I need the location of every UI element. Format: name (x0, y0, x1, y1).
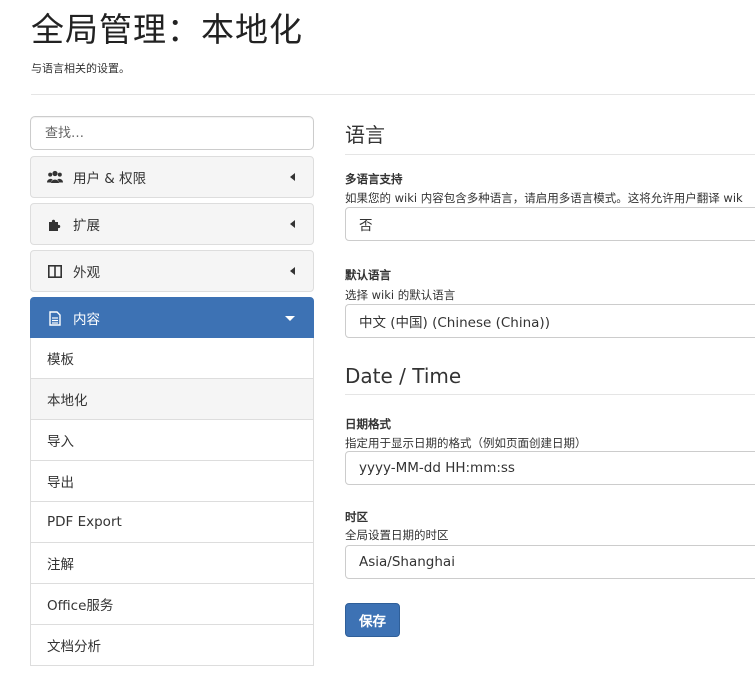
section-title-datetime: Date / Time (345, 364, 755, 395)
sidebar-panel-content[interactable]: 内容 (30, 297, 314, 339)
timezone-select-value: Asia/Shanghai (359, 554, 455, 570)
sidebar-panel-look-feel[interactable]: 外观 (30, 250, 314, 292)
page-subtitle: 与语言相关的设置。 (31, 62, 130, 75)
field-hint-timezone: 全局设置日期的时区 (345, 528, 449, 542)
field-label-default-language: 默认语言 (345, 268, 391, 282)
caret-left-icon (290, 267, 295, 275)
columns-icon (47, 263, 63, 279)
date-format-value: yyyy-MM-dd HH:mm:ss (359, 460, 515, 476)
content-submenu: 模板 本地化 导入 导出 PDF Export 注解 Office服务 文档分析 (30, 338, 314, 666)
section-title-language: 语言 (345, 119, 755, 155)
sidebar-item-annotations[interactable]: 注解 (31, 543, 313, 584)
field-label-multilingual: 多语言支持 (345, 172, 403, 186)
main-content: 语言 多语言支持 如果您的 wiki 内容包含多种语言，请启用多语言模式。这将允… (345, 116, 755, 678)
caret-left-icon (290, 220, 295, 228)
page-title: 全局管理：本地化 (31, 10, 303, 49)
field-hint-multilingual: 如果您的 wiki 内容包含多种语言，请启用多语言模式。这将允许用户翻译 wik (345, 191, 743, 205)
file-text-icon (47, 310, 63, 326)
multilingual-select[interactable]: 否 (345, 207, 755, 241)
page-header: 全局管理：本地化 与语言相关的设置。 (31, 8, 755, 76)
sidebar-item-office-server[interactable]: Office服务 (31, 584, 313, 625)
default-language-select[interactable]: 中文 (中国) (Chinese (China)) (345, 304, 755, 338)
timezone-select[interactable]: Asia/Shanghai (345, 545, 755, 579)
caret-left-icon (290, 173, 295, 181)
sidebar-item-templates[interactable]: 模板 (31, 338, 313, 379)
header-divider (31, 94, 755, 95)
sidebar-panel-label: 用户 & 权限 (73, 171, 147, 187)
users-icon (47, 169, 63, 185)
sidebar-item-localization[interactable]: 本地化 (31, 379, 313, 420)
sidebar-panel-extensions[interactable]: 扩展 (30, 203, 314, 245)
sidebar-panel-label: 外观 (73, 265, 100, 281)
field-label-date-format: 日期格式 (345, 417, 391, 431)
multilingual-select-value: 否 (359, 218, 373, 234)
sidebar-item-import[interactable]: 导入 (31, 420, 313, 461)
sidebar-item-document-analysis[interactable]: 文档分析 (31, 625, 313, 666)
save-button[interactable]: 保存 (345, 603, 400, 637)
sidebar-item-export[interactable]: 导出 (31, 461, 313, 502)
field-hint-default-language: 选择 wiki 的默认语言 (345, 288, 456, 302)
sidebar-panel-label: 内容 (73, 312, 100, 328)
field-hint-date-format: 指定用于显示日期的格式（例如页面创建日期） (345, 436, 587, 450)
date-format-input[interactable]: yyyy-MM-dd HH:mm:ss (345, 451, 755, 485)
caret-down-icon (285, 315, 295, 321)
field-label-timezone: 时区 (345, 510, 368, 524)
sidebar-panel-users-rights[interactable]: 用户 & 权限 (30, 156, 314, 198)
sidebar-item-pdf-export[interactable]: PDF Export (31, 502, 313, 543)
admin-sidebar: 用户 & 权限 扩展 外观 内容 (30, 116, 315, 678)
default-language-select-value: 中文 (中国) (Chinese (China)) (359, 315, 550, 331)
search-input[interactable] (30, 116, 314, 150)
puzzle-icon (47, 216, 63, 232)
sidebar-panel-label: 扩展 (73, 218, 100, 234)
